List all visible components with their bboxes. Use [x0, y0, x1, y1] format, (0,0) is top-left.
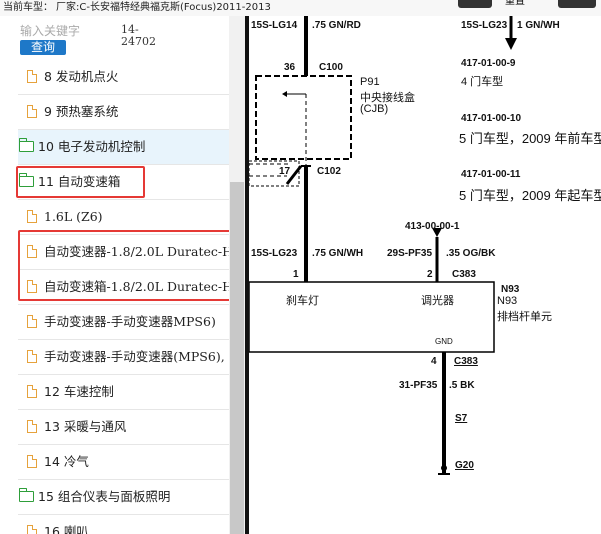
car-model-label: 当前车型：	[3, 2, 53, 13]
reference-note: 5 门车型，2009 年前车型	[459, 131, 601, 146]
wiring-diagram: 15S-LG14 .75 GN/RD 36 C100 P91 中央接线盒 (CJ…	[249, 16, 601, 534]
wire-color: 1 GN/WH	[517, 20, 560, 31]
search-input[interactable]	[20, 20, 115, 42]
document-icon	[27, 420, 37, 433]
pin-number: 36	[284, 62, 296, 73]
reference-note: 4 门车型	[461, 76, 504, 88]
connector-label: C383	[452, 269, 476, 280]
tree-item-label: 10 电子发动机控制	[38, 139, 146, 154]
reference-code: 417-01-00-11	[461, 169, 521, 180]
toolbar-button-right[interactable]	[558, 0, 596, 8]
car-model-value: 厂家:C-长安福特经典福克斯(Focus)2011-2013	[56, 2, 271, 13]
top-bar: 当前车型： 厂家:C-长安福特经典福克斯(Focus)2011-2013 重置	[0, 0, 601, 16]
tree-item-selected[interactable]: 10 电子发动机控制	[18, 130, 234, 165]
tree-item[interactable]: 15 组合仪表与面板照明	[18, 480, 234, 515]
document-icon	[27, 455, 37, 468]
tree-item-label: 9 预热塞系统	[44, 104, 119, 119]
connector-label: C100	[319, 62, 343, 73]
pin-number: 4	[431, 356, 437, 367]
component-name: 排档杆单元	[497, 311, 552, 323]
circuit-label: 调光器	[421, 295, 454, 307]
pin-number: 1	[293, 269, 299, 280]
tree-item-label: 手动变速器-手动变速器MPS6)	[44, 314, 216, 329]
reference-code: 417-01-00-10	[461, 113, 522, 124]
tree-item[interactable]: 12 车速控制	[18, 375, 234, 410]
tree-item-label: 手动变速器-手动变速器(MPS6),	[44, 349, 225, 364]
wire-label: 15S-LG23	[251, 248, 298, 259]
tree-item-label: 1.6L (Z6)	[44, 209, 103, 224]
wire-label: 29S-PF35	[387, 248, 433, 259]
folder-icon	[19, 138, 34, 152]
scrollbar-thumb[interactable]	[230, 182, 244, 534]
document-code: 14-24702	[121, 23, 156, 48]
connector-label: C383	[454, 356, 478, 367]
component-abbr: (CJB)	[360, 103, 389, 115]
tree-item[interactable]: 手动变速器-手动变速器(MPS6),	[18, 340, 234, 375]
document-icon	[27, 350, 37, 363]
reference-note: 5 门车型，2009 年起车型	[459, 188, 601, 203]
connector-label: C102	[317, 166, 341, 177]
pin-number: 2	[427, 269, 433, 280]
wire-label: 31-PF35	[399, 380, 438, 391]
tree-item-label: 13 采暖与通风	[44, 419, 127, 434]
query-button[interactable]: 查询	[20, 40, 66, 55]
document-icon	[27, 70, 37, 83]
component-id: P91	[360, 76, 380, 88]
tree-item[interactable]: 手动变速器-手动变速器MPS6)	[18, 305, 234, 340]
reset-button[interactable]: 重置	[505, 0, 525, 10]
sidebar: 查询 14-24702 8 发动机点火 9 预热塞系统 10 电子发动机控制 1…	[0, 16, 245, 534]
tree-item-label: 12 车速控制	[44, 384, 114, 399]
circuit-label: 刹车灯	[286, 295, 319, 307]
ground-point-label: G20	[455, 460, 474, 471]
wire-color: .35 OG/BK	[446, 248, 496, 259]
tree-item-label: 15 组合仪表与面板照明	[38, 489, 171, 504]
tree-item-label: 14 冷气	[44, 454, 89, 469]
wire-label: 15S-LG14	[251, 20, 298, 31]
pin-number: 17	[279, 166, 291, 177]
wire-color: .75 GN/RD	[312, 20, 361, 31]
tree-item-label: 16 喇叭	[44, 524, 89, 534]
wire-color: .75 GN/WH	[312, 248, 364, 259]
tree-item-label: 8 发动机点火	[44, 69, 119, 84]
document-icon	[27, 105, 37, 118]
ground-label: GND	[435, 337, 453, 346]
document-icon	[27, 210, 37, 223]
diagram-lines	[249, 16, 517, 475]
tree-item[interactable]: 16 喇叭	[18, 515, 234, 534]
tree-item[interactable]: 13 采暖与通风	[18, 410, 234, 445]
splice-label: S7	[455, 413, 468, 424]
wire-label: 15S-LG23	[461, 20, 508, 31]
component-id: N93	[497, 295, 518, 307]
tree-item[interactable]: 8 发动机点火	[18, 60, 234, 95]
tree-item[interactable]: 14 冷气	[18, 445, 234, 480]
component-id: N93	[501, 284, 520, 295]
wire-color: .5 BK	[449, 380, 475, 391]
highlight-box	[18, 230, 245, 301]
folder-icon	[19, 488, 34, 502]
toolbar-button-left[interactable]	[458, 0, 492, 8]
document-icon	[27, 385, 37, 398]
reference-code: 417-01-00-9	[461, 58, 516, 69]
tree-item[interactable]: 9 预热塞系统	[18, 95, 234, 130]
reference-code: 413-00-00-1	[405, 221, 460, 232]
document-icon	[27, 315, 37, 328]
document-icon	[27, 525, 37, 534]
highlight-box	[16, 166, 145, 198]
